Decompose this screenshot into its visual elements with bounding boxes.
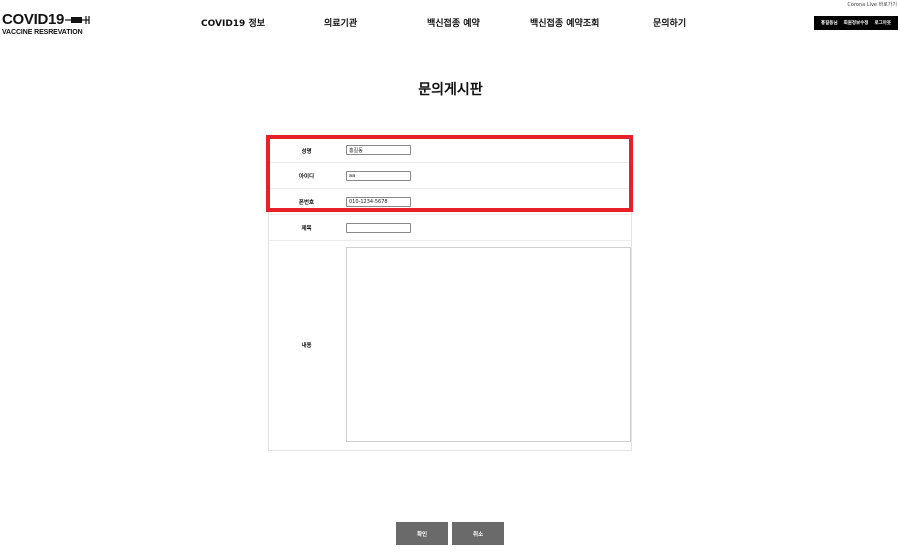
nav-inquiry[interactable]: 문의하기 (653, 16, 686, 29)
logo-subtitle: VACCINE RESREVATION (2, 29, 83, 36)
subject-field[interactable] (346, 223, 411, 233)
subject-label: 제목 (301, 226, 312, 232)
confirm-button[interactable]: 확인 (396, 522, 448, 545)
page-title: 문의게시판 (418, 82, 483, 98)
nav-reservation-lookup[interactable]: 백신접종 예약조회 (530, 16, 599, 29)
cancel-button[interactable]: 취소 (452, 522, 504, 545)
nav-medical-institutions[interactable]: 의료기관 (324, 16, 357, 29)
main-nav: COVID19 정보 의료기관 백신접종 예약 백신접종 예약조회 문의하기 (0, 16, 901, 30)
form-row-content: 내용 (269, 241, 631, 451)
edit-profile-button[interactable]: 회원정보수정 (841, 20, 872, 26)
form-row-subject: 제목 (269, 215, 631, 241)
nav-covid19-info[interactable]: COVID19 정보 (201, 16, 265, 29)
highlight-box (266, 135, 633, 212)
content-label: 내용 (301, 343, 312, 349)
account-bar: 홍길동님 회원정보수정 로그아웃 (814, 16, 898, 30)
form-actions: 확인 취소 (396, 522, 504, 545)
logout-button[interactable]: 로그아웃 (871, 20, 894, 26)
user-name-button[interactable]: 홍길동님 (818, 20, 841, 26)
nav-vaccine-reservation[interactable]: 백신접종 예약 (427, 16, 480, 29)
content-textarea[interactable] (346, 247, 631, 442)
corona-live-link[interactable]: Corona Live 바로가기 (847, 1, 897, 8)
